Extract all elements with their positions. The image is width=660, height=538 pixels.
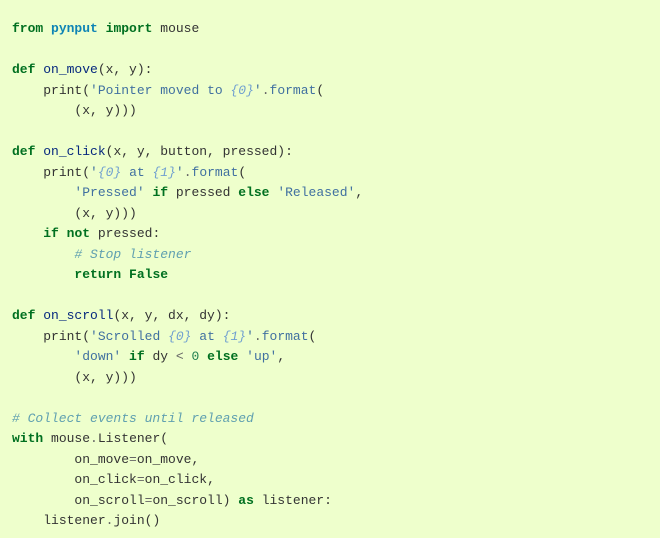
keyword-def: def <box>12 144 35 159</box>
comment: # Stop listener <box>74 247 191 262</box>
params: (x, y, dx, dy): <box>113 308 230 323</box>
code-line: 'down' if dy < 0 else 'up', <box>12 349 285 364</box>
code-line: on_move=on_move, <box>12 452 199 467</box>
module-name: pynput <box>51 21 98 36</box>
code-line: print('Scrolled {0} at {1}'.format( <box>12 329 316 344</box>
code-line: # Stop listener <box>12 247 191 262</box>
string-placeholder: {1} <box>223 329 246 344</box>
code-line: from pynput import mouse <box>12 21 199 36</box>
code-line: def on_scroll(x, y, dx, dy): <box>12 308 230 323</box>
keyword-not: not <box>67 226 90 241</box>
keyword-import: import <box>106 21 153 36</box>
code-line: print('{0} at {1}'.format( <box>12 165 246 180</box>
call-print: print <box>43 329 82 344</box>
function-name: on_move <box>43 62 98 77</box>
string: 'Released' <box>277 185 355 200</box>
keyword-def: def <box>12 62 35 77</box>
keyword-else: else <box>238 185 269 200</box>
keyword-else: else <box>207 349 238 364</box>
code-line: (x, y))) <box>12 370 137 385</box>
code-line: on_scroll=on_scroll) as listener: <box>12 493 332 508</box>
keyword-with: with <box>12 431 43 446</box>
method-format: format <box>262 329 309 344</box>
code-line: 'Pressed' if pressed else 'Released', <box>12 185 363 200</box>
keyword-if: if <box>43 226 59 241</box>
code-line: on_click=on_click, <box>12 472 215 487</box>
method-format: format <box>192 165 239 180</box>
function-name: on_scroll <box>43 308 113 323</box>
python-code-block: from pynput import mouse def on_move(x, … <box>0 13 660 538</box>
function-name: on_click <box>43 144 105 159</box>
params: (x, y, button, pressed): <box>106 144 293 159</box>
string-placeholder: {0} <box>98 165 121 180</box>
call-print: print <box>43 83 82 98</box>
string: 'down' <box>74 349 121 364</box>
method-format: format <box>270 83 317 98</box>
operator-lt: < <box>176 349 184 364</box>
keyword-false: False <box>129 267 168 282</box>
string-placeholder: {0} <box>168 329 191 344</box>
code-line: listener.join() <box>12 513 160 528</box>
params: (x, y): <box>98 62 153 77</box>
string: 'Pointer moved to <box>90 83 230 98</box>
keyword-def: def <box>12 308 35 323</box>
string-placeholder: {0} <box>230 83 253 98</box>
keyword-if: if <box>152 185 168 200</box>
code-line: def on_move(x, y): <box>12 62 152 77</box>
string-placeholder: {1} <box>152 165 175 180</box>
identifier: mouse <box>160 21 199 36</box>
string: 'Pressed' <box>74 185 144 200</box>
code-line: (x, y))) <box>12 103 137 118</box>
string: 'up' <box>246 349 277 364</box>
code-line: with mouse.Listener( <box>12 431 168 446</box>
keyword-from: from <box>12 21 43 36</box>
code-line: if not pressed: <box>12 226 160 241</box>
keyword-as: as <box>238 493 254 508</box>
keyword-return: return <box>74 267 121 282</box>
code-line: def on_click(x, y, button, pressed): <box>12 144 293 159</box>
string: 'Scrolled <box>90 329 168 344</box>
comment: # Collect events until released <box>12 411 254 426</box>
code-line: print('Pointer moved to {0}'.format( <box>12 83 324 98</box>
call-print: print <box>43 165 82 180</box>
code-line: (x, y))) <box>12 206 137 221</box>
code-line: return False <box>12 267 168 282</box>
code-line: # Collect events until released <box>12 411 254 426</box>
keyword-if: if <box>129 349 145 364</box>
